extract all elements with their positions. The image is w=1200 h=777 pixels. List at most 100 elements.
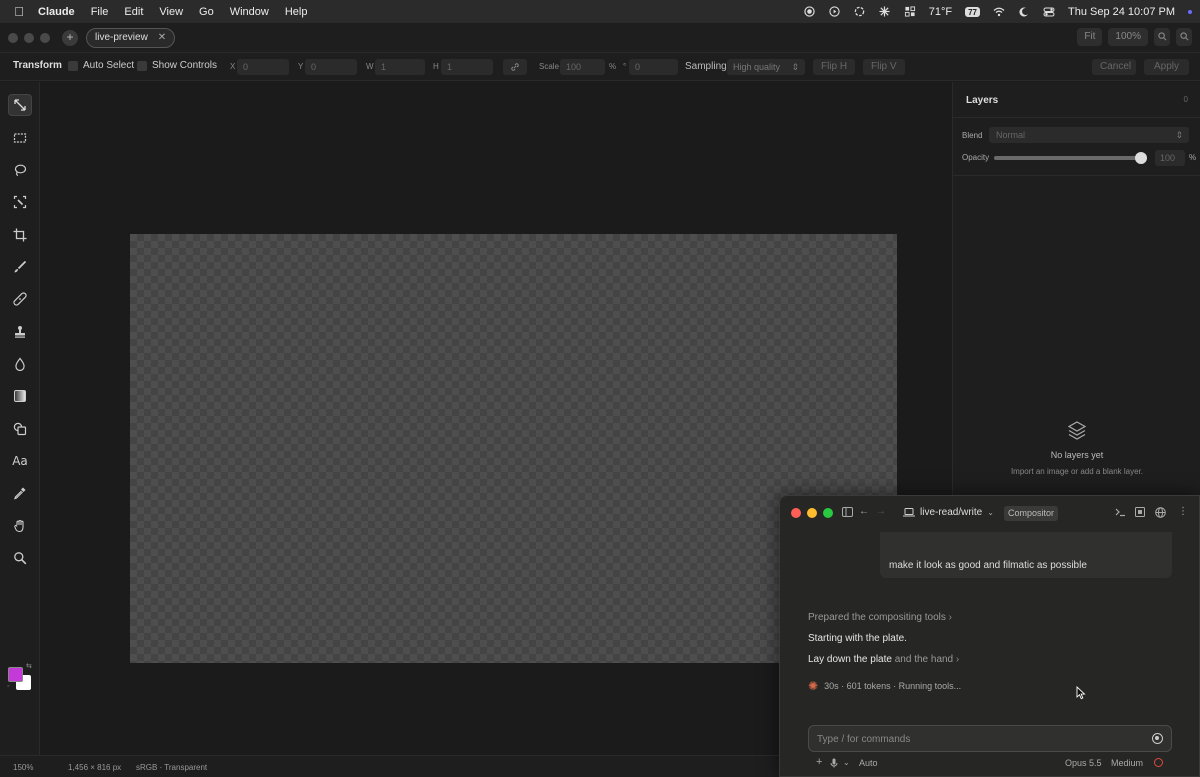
control-center-icon[interactable]	[1043, 6, 1055, 18]
tool-palette: Aa ⇆ ◦	[0, 82, 40, 755]
project-name: live-read/write	[920, 507, 983, 518]
new-tab-button[interactable]: +	[62, 29, 78, 46]
zoom-out-icon[interactable]	[1176, 28, 1192, 46]
close-window-button[interactable]	[8, 32, 18, 43]
rotate-field[interactable]: 0	[629, 59, 678, 75]
opacity-slider-handle[interactable]	[1135, 152, 1147, 164]
show-controls-checkbox[interactable]: Show Controls	[137, 60, 217, 71]
play-icon[interactable]	[829, 6, 841, 18]
terminal-icon[interactable]	[1115, 507, 1126, 520]
status-dimensions: 1,456 × 816 px	[68, 763, 122, 772]
tool-title: Transform	[13, 60, 62, 71]
battery-icon[interactable]: 77	[965, 6, 980, 17]
claude-close-button[interactable]	[791, 508, 801, 518]
eyedropper-icon[interactable]	[8, 482, 32, 504]
w-field[interactable]: 1	[375, 59, 425, 75]
smudge-icon[interactable]	[8, 515, 32, 537]
claude-zoom-button[interactable]	[823, 508, 833, 518]
claude-sparkle-icon[interactable]	[879, 6, 891, 18]
flip-v-button[interactable]: Flip V	[863, 59, 905, 75]
more-options-icon[interactable]: ⋮	[1178, 506, 1188, 517]
step-prepared-tools[interactable]: Prepared the compositing tools ›	[808, 612, 952, 623]
zoom-tool-icon[interactable]	[8, 547, 32, 569]
claude-window-header: ← → live-read/write ⌄ Compositor ⋮	[780, 496, 1199, 530]
mic-icon[interactable]	[830, 758, 838, 770]
menu-window[interactable]: Window	[222, 6, 277, 18]
zoom-in-icon[interactable]	[1154, 28, 1170, 46]
panel-divider	[953, 175, 1200, 176]
marquee-icon[interactable]	[8, 127, 32, 149]
menu-help[interactable]: Help	[277, 6, 316, 18]
crop-icon[interactable]	[8, 224, 32, 246]
control-icon[interactable]	[904, 6, 916, 18]
usage-ring-icon[interactable]	[1154, 758, 1163, 767]
lasso-icon[interactable]	[8, 159, 32, 181]
project-selector[interactable]: live-read/write ⌄	[903, 507, 994, 518]
move-transform-icon[interactable]	[8, 94, 32, 116]
tab-live-preview[interactable]: live-preview ✕	[86, 27, 176, 48]
back-arrow-icon[interactable]: ←	[859, 506, 869, 517]
magic-select-icon[interactable]	[8, 191, 32, 213]
menu-edit[interactable]: Edit	[116, 6, 151, 18]
siri-dot-icon[interactable]	[1188, 9, 1192, 14]
menu-file[interactable]: File	[83, 6, 117, 18]
menu-app[interactable]: Claude	[38, 6, 83, 18]
shapes-icon[interactable]	[8, 418, 32, 440]
panel-icon[interactable]	[1135, 507, 1145, 520]
reset-colors-icon[interactable]: ◦	[7, 683, 9, 690]
scale-field[interactable]: 100	[560, 59, 605, 75]
x-field[interactable]: 0	[237, 59, 289, 75]
openai-icon[interactable]	[854, 6, 866, 18]
chevron-down-icon[interactable]: ⌄	[843, 758, 850, 767]
send-icon[interactable]	[1152, 733, 1163, 744]
chevron-right-icon: ›	[955, 654, 960, 665]
scale-unit: %	[609, 62, 617, 71]
clock-text[interactable]: Thu Sep 24 10:07 PM	[1068, 6, 1175, 18]
sidebar-toggle-icon[interactable]	[842, 507, 853, 520]
wifi-icon[interactable]	[993, 6, 1005, 18]
minimize-window-button[interactable]	[24, 32, 34, 43]
moon-icon[interactable]	[1018, 6, 1030, 18]
step-lay-down-plate[interactable]: Lay down the plate and the hand ›	[808, 654, 959, 665]
add-attachment-icon[interactable]: +	[816, 756, 822, 768]
sampling-select[interactable]: High quality ⇕	[727, 59, 805, 75]
stamp-icon[interactable]	[8, 321, 32, 343]
chat-input[interactable]	[817, 732, 1137, 746]
apply-button[interactable]: Apply	[1144, 59, 1189, 75]
forward-arrow-icon[interactable]: →	[876, 506, 886, 517]
model-selector[interactable]: Opus 5.5	[1065, 758, 1102, 768]
healing-icon[interactable]	[8, 288, 32, 310]
menu-view[interactable]: View	[151, 6, 191, 18]
brush-icon[interactable]	[8, 256, 32, 278]
mode-selector[interactable]: Auto	[859, 758, 878, 768]
zoom-window-button[interactable]	[40, 32, 50, 43]
opacity-field[interactable]: 100	[1155, 150, 1185, 166]
sampling-label: Sampling	[685, 61, 727, 72]
link-icon[interactable]	[503, 59, 527, 75]
blend-mode-select[interactable]: Normal ⇕	[989, 127, 1189, 143]
swap-colors-icon[interactable]: ⇆	[26, 662, 32, 670]
opacity-slider[interactable]	[994, 156, 1144, 160]
y-field[interactable]: 0	[305, 59, 357, 75]
globe-icon[interactable]	[1155, 507, 1166, 521]
zoom-level-button[interactable]: 100%	[1108, 28, 1148, 46]
flip-h-button[interactable]: Flip H	[813, 59, 856, 75]
text-tool-icon[interactable]: Aa	[8, 450, 32, 472]
foreground-color-swatch[interactable]	[8, 667, 23, 682]
blend-mode-value: Normal	[996, 130, 1026, 140]
chat-input-box[interactable]	[808, 725, 1172, 752]
menu-go[interactable]: Go	[191, 6, 222, 18]
effort-selector[interactable]: Medium	[1111, 758, 1143, 768]
claude-spinner-icon: ✺	[808, 679, 819, 693]
auto-select-checkbox[interactable]: Auto Select	[68, 60, 134, 71]
blur-drop-icon[interactable]	[8, 353, 32, 375]
gradient-icon[interactable]	[8, 385, 32, 407]
fit-button[interactable]: Fit	[1077, 28, 1103, 46]
claude-minimize-button[interactable]	[807, 508, 817, 518]
h-field[interactable]: 1	[441, 59, 493, 75]
close-tab-icon[interactable]: ✕	[158, 32, 166, 43]
weather-text[interactable]: 71°F	[929, 6, 952, 18]
record-icon[interactable]	[804, 6, 816, 18]
cancel-button[interactable]: Cancel	[1092, 59, 1136, 75]
apple-icon[interactable]: 	[0, 4, 38, 19]
